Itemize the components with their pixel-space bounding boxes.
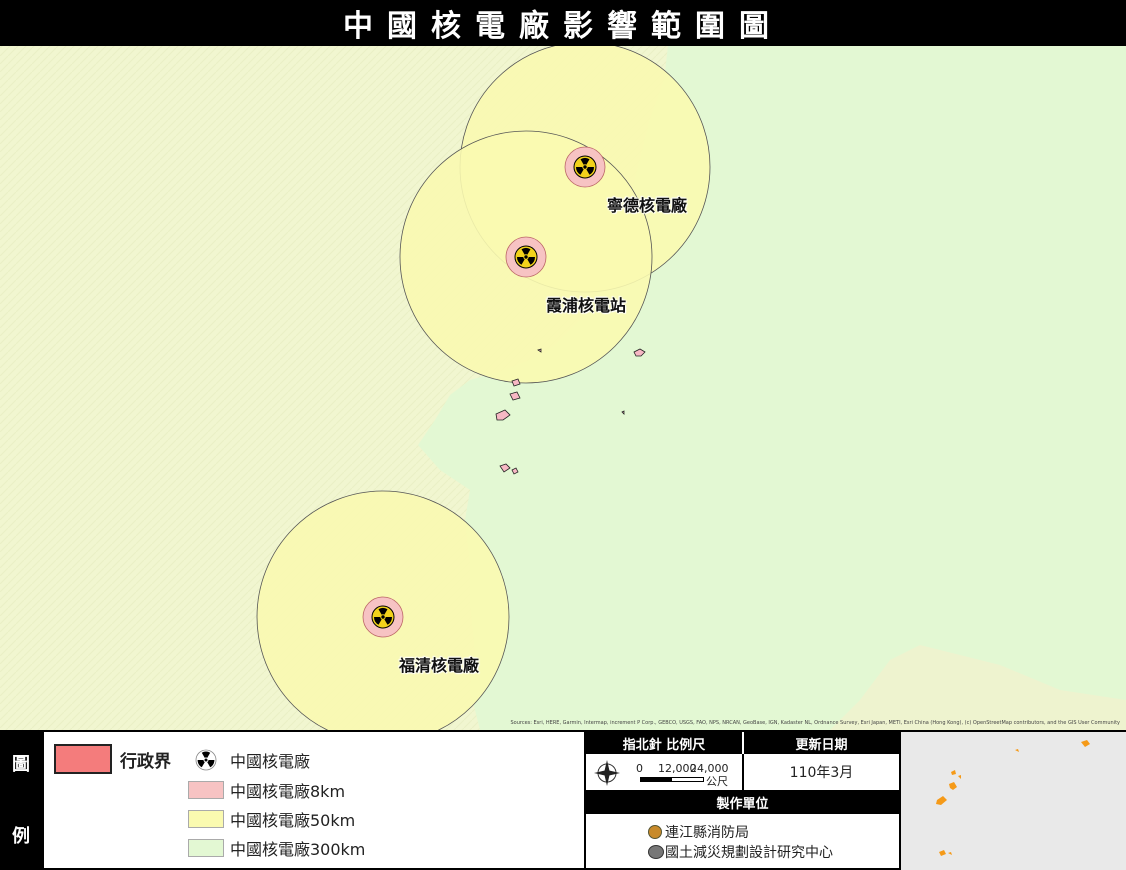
legend-label: 中國核電廠	[230, 752, 311, 771]
map-canvas	[0, 46, 1126, 730]
footer: 圖 例 行政界 中國核電廠 中國核電廠8km 中國核電廠50km 中國核電廠30…	[0, 730, 1126, 870]
update-date-value: 110年3月	[789, 765, 854, 781]
legend-item-nuclear-plant: 中國核電廠	[194, 748, 310, 772]
compass-scale-header: 指北針 比例尺	[586, 732, 742, 754]
title-bar: 中國核電廠影響範圍圖	[0, 0, 1126, 46]
producer-header: 製作單位	[586, 790, 899, 814]
legend-item-300km: 中國核電廠300km	[188, 836, 365, 860]
zone-300km-swatch	[188, 839, 224, 857]
plant-label-fuqing[interactable]: 福清核電廠	[399, 652, 479, 676]
zone-50km-swatch	[188, 810, 224, 828]
legend-heading-char: 圖	[12, 754, 30, 775]
scale-label-0: 0	[636, 762, 643, 775]
producer-name: 連江縣消防局	[665, 825, 749, 841]
radiation-icon[interactable]	[371, 605, 395, 629]
radiation-icon[interactable]	[573, 155, 597, 179]
info-panel: 指北針 比例尺 更新日期 0 12,000 24,000 公尺 110年3月 製…	[586, 732, 899, 868]
north-arrow-icon	[594, 760, 620, 786]
legend-label: 行政界	[120, 751, 171, 772]
map-attribution: Sources: Esri, HERE, Garmin, Intermap, i…	[510, 720, 1120, 726]
legend-item-50km: 中國核電廠50km	[188, 807, 355, 831]
map-title: 中國核電廠影響範圍圖	[343, 9, 783, 44]
radiation-icon	[195, 749, 217, 771]
overview-canvas	[901, 732, 1126, 870]
fire-department-logo-icon	[648, 825, 662, 839]
scale-bar	[640, 777, 704, 782]
legend-heading: 圖 例	[0, 730, 44, 870]
plant-label-xiapu[interactable]: 霞浦核電站	[546, 292, 626, 316]
producer-1: 連江縣消防局	[648, 822, 749, 842]
legend-heading-char: 例	[12, 826, 30, 847]
radiation-icon[interactable]	[514, 245, 538, 269]
legend-label: 中國核電廠300km	[230, 840, 366, 859]
admin-boundary-swatch	[54, 744, 112, 774]
update-date-header: 更新日期	[744, 732, 899, 754]
plant-label-ningde[interactable]: 寧德核電廠	[607, 192, 687, 216]
legend-label: 中國核電廠50km	[230, 811, 356, 830]
legend-label: 中國核電廠8km	[230, 782, 346, 801]
map-view[interactable]: 寧德核電廠 霞浦核電站 福清核電廠 Sources: Esri, HERE, G…	[0, 46, 1126, 730]
legend-item-admin-boundary: 行政界	[54, 744, 171, 774]
legend-item-8km: 中國核電廠8km	[188, 778, 345, 802]
overview-map[interactable]	[901, 732, 1126, 870]
research-center-logo-icon	[648, 845, 664, 859]
producer-name: 國土減災規劃設計研究中心	[665, 845, 833, 861]
producer-2: 國土減災規劃設計研究中心	[648, 842, 833, 862]
scale-unit: 公尺	[706, 775, 728, 788]
zone-8km-swatch	[188, 781, 224, 799]
legend: 行政界 中國核電廠 中國核電廠8km 中國核電廠50km 中國核電廠300km	[44, 732, 584, 868]
